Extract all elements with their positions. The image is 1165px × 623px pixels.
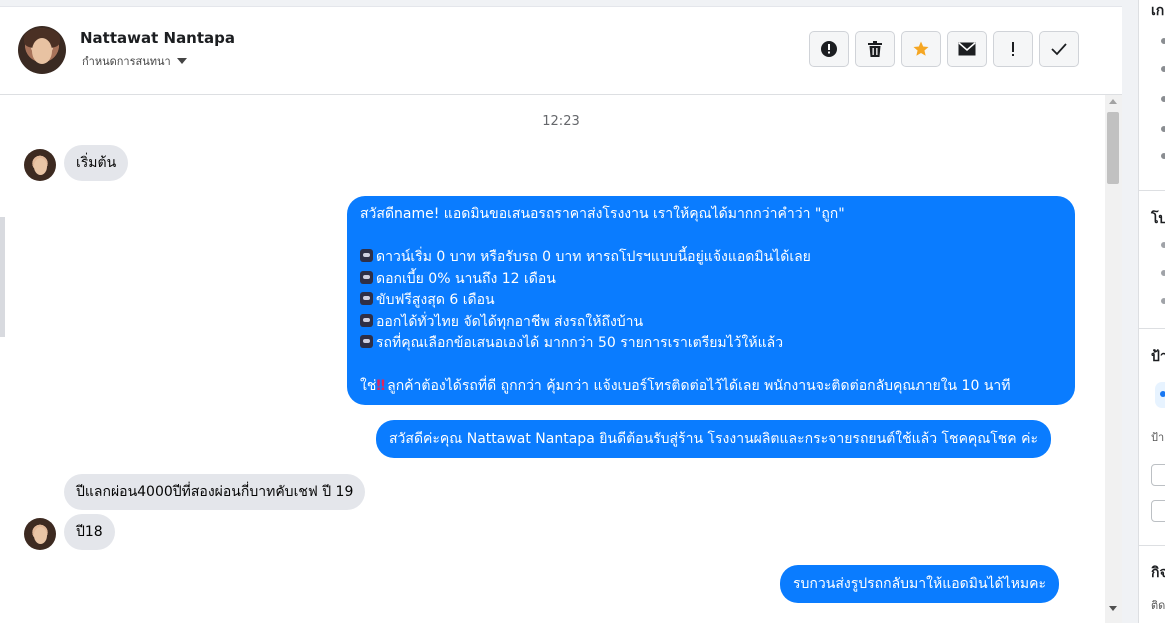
scroll-down-arrow-icon[interactable]	[1109, 606, 1117, 611]
follow-up-button[interactable]	[993, 31, 1033, 67]
detail-icon	[1161, 153, 1165, 159]
incoming-message[interactable]: ปีแลกผ่อน4000ปีที่สองผ่อนกี่บาทคับเชฟ ปี…	[64, 474, 366, 510]
car-emoji-icon	[360, 335, 373, 348]
activity-section-title: กิจ	[1151, 565, 1165, 581]
detail-icon	[1161, 126, 1165, 132]
conversation-toolbar	[809, 31, 1079, 67]
car-emoji-icon	[360, 292, 373, 305]
incoming-message[interactable]: เริ่มต้น	[64, 145, 129, 181]
details-section-title: โบ	[1151, 211, 1165, 227]
trash-icon	[868, 41, 882, 57]
scroll-thumb[interactable]	[1107, 112, 1119, 184]
detail-icon	[1161, 96, 1165, 102]
assign-conversation-dropdown[interactable]: กำหนดการสนทนา	[82, 52, 187, 70]
message-timestamp: 12:23	[542, 114, 580, 129]
car-emoji-icon	[360, 249, 373, 262]
delete-button[interactable]	[855, 31, 895, 67]
contact-avatar[interactable]	[18, 26, 66, 74]
mark-done-button[interactable]	[1039, 31, 1079, 67]
mark-unread-button[interactable]	[947, 31, 987, 67]
top-strip	[0, 0, 1122, 7]
detail-icon	[1161, 38, 1165, 44]
label-checkbox[interactable]	[1151, 464, 1165, 486]
incoming-message[interactable]: ปี18	[64, 514, 115, 550]
exclamation-icon	[1012, 42, 1014, 56]
contact-details-panel: เก โบ ป้า ป้า กิจ ติด	[1138, 0, 1165, 623]
location-pin-icon	[1161, 298, 1165, 304]
promo-bullet: ดอกเบี้ย 0% นานถึง 12 เดือน	[360, 269, 1062, 291]
envelope-icon	[958, 42, 976, 56]
sender-avatar[interactable]	[24, 518, 56, 550]
panel-gutter	[1122, 0, 1138, 623]
sender-avatar[interactable]	[24, 149, 56, 181]
promo-bullet: ออกได้ทั่วไทย จัดได้ทุกอาชีพ ส่งรถให้ถึง…	[360, 312, 1062, 334]
scroll-up-arrow-icon[interactable]	[1109, 99, 1117, 104]
activity-subtitle: ติด	[1151, 599, 1165, 612]
outgoing-message-welcome[interactable]: สวัสดีค่ะคุณ Nattawat Nantapa ยินดีต้อนร…	[376, 420, 1052, 458]
location-pin-icon	[1161, 270, 1165, 276]
promo-bullet: รถที่คุณเลือกข้อเสนอเองได้ มากกว่า 50 รา…	[360, 333, 1062, 355]
promo-line-closing: ใช่‼ ลูกค้าต้องได้รถที่ดี ถูกกว่า คุ้มกว่…	[360, 376, 1062, 398]
promo-bullet: ขับฟรีสูงสุด 6 เดือน	[360, 290, 1062, 312]
car-emoji-icon	[360, 313, 373, 327]
contact-name[interactable]: Nattawat Nantapa	[80, 29, 235, 47]
star-button[interactable]	[901, 31, 941, 67]
promo-bullet: ดาวน์เริ่ม 0 บาท หรือรับรถ 0 บาท หารถโปร…	[360, 247, 1062, 269]
outgoing-message-request-photo[interactable]: รบกวนส่งรูปรถกลับมาให้แอดมินได้ไหมคะ	[780, 565, 1060, 603]
clock-icon	[1161, 242, 1165, 248]
message-thread[interactable]: 12:23 เริ่มต้น สวัสดีname! แอดมินขอเสนอร…	[0, 95, 1105, 623]
outgoing-message-promo[interactable]: สวัสดีname! แอดมินขอเสนอรถราคาส่งโรงงาน …	[347, 196, 1075, 405]
double-exclamation-icon: ‼	[376, 378, 386, 394]
star-icon	[913, 41, 929, 56]
labels-subtitle: ป้า	[1151, 431, 1165, 444]
labels-section-title: ป้า	[1151, 349, 1165, 365]
caret-down-icon	[176, 58, 187, 64]
details-section-title: เก	[1151, 3, 1165, 19]
conversation-header: Nattawat Nantapa กำหนดการสนทนา	[0, 7, 1122, 95]
label-checkbox[interactable]	[1151, 500, 1165, 522]
mark-spam-button[interactable]	[809, 31, 849, 67]
label-chip[interactable]	[1155, 382, 1165, 408]
conversation-panel: Nattawat Nantapa กำหนดการสนทนา 12:23 เริ…	[0, 0, 1123, 623]
thread-edge-bar	[0, 217, 5, 337]
car-emoji-icon	[360, 270, 373, 284]
alert-circle-icon	[821, 41, 837, 57]
thread-scrollbar[interactable]	[1105, 95, 1122, 623]
assign-label: กำหนดการสนทนา	[82, 55, 171, 68]
detail-icon	[1161, 66, 1165, 72]
promo-line-intro: สวัสดีname! แอดมินขอเสนอรถราคาส่งโรงงาน …	[360, 206, 845, 222]
checkmark-icon	[1051, 43, 1067, 56]
